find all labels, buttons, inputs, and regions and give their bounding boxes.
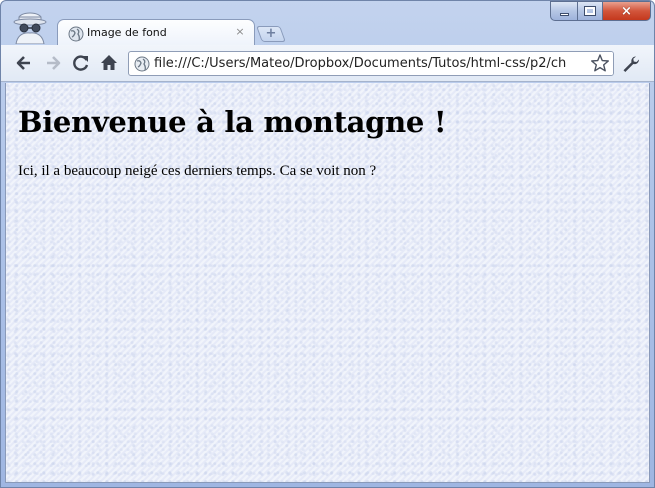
minimize-icon <box>559 12 569 16</box>
globe-icon <box>134 56 150 72</box>
tab-title: Image de fond <box>87 26 167 39</box>
tab-strip: Image de fond × + × <box>1 1 654 46</box>
globe-icon <box>68 26 84 42</box>
close-window-button[interactable]: × <box>602 1 651 21</box>
forward-arrow-icon[interactable] <box>43 53 63 73</box>
browser-window: Image de fond × + × file:///C:/Users/Mat… <box>0 0 655 488</box>
new-tab-button[interactable]: + <box>256 26 286 42</box>
bookmark-star-button[interactable] <box>587 52 613 75</box>
page-paragraph: Ici, il a beaucoup neigé ces derniers te… <box>18 163 377 179</box>
browser-toolbar: file:///C:/Users/Mateo/Dropbox/Documents… <box>1 45 654 82</box>
tab-close-button[interactable]: × <box>234 25 246 38</box>
tab-image-de-fond[interactable]: Image de fond × <box>57 19 255 46</box>
page-title: Bienvenue à la montagne ! <box>18 105 447 139</box>
back-arrow-icon[interactable] <box>14 53 34 73</box>
minimize-button[interactable] <box>550 1 578 21</box>
address-url: file:///C:/Users/Mateo/Dropbox/Documents… <box>154 56 567 71</box>
incognito-icon <box>13 12 47 44</box>
plus-icon: + <box>265 26 277 41</box>
reload-icon[interactable] <box>71 53 91 73</box>
home-icon[interactable] <box>99 53 119 73</box>
address-bar[interactable]: file:///C:/Users/Mateo/Dropbox/Documents… <box>128 51 614 76</box>
maximize-button[interactable] <box>577 1 603 21</box>
wrench-icon[interactable] <box>621 54 641 74</box>
maximize-icon <box>584 6 596 16</box>
page-content: Bienvenue à la montagne ! Ici, il a beau… <box>5 83 650 483</box>
star-icon <box>591 54 609 72</box>
close-icon: × <box>621 3 632 19</box>
